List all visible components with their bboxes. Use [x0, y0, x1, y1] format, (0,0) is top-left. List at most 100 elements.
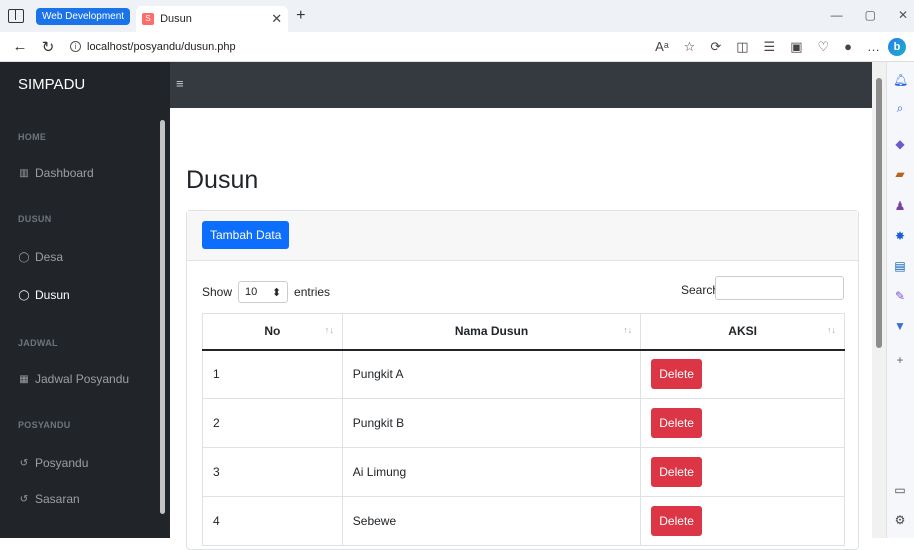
- favorite-star-icon[interactable]: ☆: [684, 39, 696, 55]
- page-scrollbar[interactable]: [872, 62, 886, 538]
- cell-aksi: Delete: [640, 398, 845, 448]
- app-sidebar: HOME ▥ Dashboard DUSUN ◯ Desa ◯ Dusun JA…: [0, 108, 170, 538]
- circle-icon: ◯: [18, 289, 30, 301]
- tag-icon[interactable]: ◆: [893, 138, 907, 150]
- browser-toolbar: Aᵃ ☆ ⟳ ◫ ☰ ▣ ♡ ● …: [655, 39, 880, 55]
- sidebar-item-dusun[interactable]: ◯ Dusun: [18, 288, 69, 302]
- delete-button[interactable]: Delete: [651, 359, 702, 390]
- sidebar-item-dashboard[interactable]: ▥ Dashboard: [18, 166, 94, 180]
- chevron-updown-icon: ⬍: [271, 286, 282, 299]
- browser-titlebar: Web Development S Dusun ✕ + — ▢ ✕: [0, 0, 914, 32]
- drop-icon[interactable]: ▼: [893, 320, 907, 332]
- search-input[interactable]: [715, 276, 844, 300]
- column-header-no[interactable]: No ↑↓: [202, 313, 343, 351]
- cell-nama-dusun: Pungkit B: [341, 398, 642, 448]
- collections-icon[interactable]: ▣: [790, 39, 802, 55]
- outlook-icon[interactable]: ▤: [893, 260, 907, 272]
- sidebar-toggle-icon[interactable]: [8, 9, 24, 23]
- add-icon[interactable]: +: [893, 354, 907, 366]
- read-aloud-icon[interactable]: Aᵃ: [655, 39, 669, 55]
- show-label: Show: [202, 285, 233, 299]
- reload-icon[interactable]: ↻: [40, 38, 56, 56]
- entries-value: 10: [245, 286, 258, 298]
- sidebar-item-label: Jadwal Posyandu: [35, 372, 130, 386]
- hide-sidebar-icon[interactable]: ▭: [893, 484, 907, 496]
- sidebar-scrollbar[interactable]: [159, 108, 167, 538]
- app-topbar: SIMPADU ≡: [0, 62, 872, 108]
- games-icon[interactable]: ♟: [893, 200, 907, 212]
- sidebar-item-posyandu[interactable]: ↺ Posyandu: [18, 456, 89, 470]
- close-window-icon[interactable]: ✕: [898, 8, 908, 22]
- browser-tab-dusun[interactable]: S Dusun ✕: [136, 6, 289, 32]
- bell-icon[interactable]: 🔔︎: [893, 74, 908, 86]
- hamburger-icon[interactable]: ≡: [176, 76, 184, 91]
- new-tab-button[interactable]: +: [296, 7, 305, 25]
- profile-icon[interactable]: ●: [844, 39, 852, 55]
- cell-no: 2: [202, 398, 343, 448]
- cell-no: 1: [202, 349, 343, 399]
- edge-sidebar: 🔔︎ ⌕ ◆ ▰ ♟ ✸ ▤ ✎ ▼ + ▭ ⚙: [886, 62, 914, 538]
- cell-nama-dusun: Sebewe: [341, 496, 642, 546]
- extensions-icon[interactable]: ⟳: [710, 39, 721, 55]
- table-row: 3 Ai Limung Delete: [202, 447, 845, 497]
- url-field[interactable]: i localhost/posyandu/dusun.php: [70, 41, 236, 53]
- column-header-nama-dusun[interactable]: Nama Dusun ↑↓: [341, 313, 642, 351]
- table-header-row: No ↑↓ Nama Dusun ↑↓ AKSI ↑↓: [202, 313, 845, 351]
- sidebar-item-sasaran[interactable]: ↺ Sasaran: [18, 492, 80, 506]
- building-icon: ▥: [19, 167, 29, 179]
- sort-icon: ↑↓: [623, 325, 633, 335]
- back-icon[interactable]: ←: [12, 38, 28, 55]
- address-bar: ← ↻ i localhost/posyandu/dusun.php Aᵃ ☆ …: [0, 32, 914, 62]
- restore-icon[interactable]: ▢: [865, 8, 876, 22]
- more-icon[interactable]: …: [867, 39, 880, 55]
- delete-button[interactable]: Delete: [651, 506, 702, 536]
- split-screen-icon[interactable]: ◫: [736, 39, 748, 55]
- favorites-icon[interactable]: ☰: [764, 39, 776, 55]
- sidebar-heading-posyandu: POSYANDU: [18, 420, 71, 430]
- sidebar-item-jadwal-posyandu[interactable]: ▦ Jadwal Posyandu: [18, 372, 129, 386]
- cell-nama-dusun: Ai Limung: [341, 447, 642, 497]
- table-row: 1 Pungkit A Delete: [202, 349, 845, 399]
- page-title: Dusun: [186, 166, 259, 194]
- delete-button[interactable]: Delete: [651, 457, 702, 487]
- entries-label: entries: [294, 285, 331, 299]
- close-tab-icon[interactable]: ✕: [271, 11, 282, 27]
- cell-aksi: Delete: [640, 447, 845, 497]
- cell-nama-dusun: Pungkit A: [341, 349, 642, 399]
- sidebar-heading-dusun: DUSUN: [18, 214, 52, 224]
- table-row: 2 Pungkit B Delete: [202, 398, 845, 448]
- delete-button[interactable]: Delete: [651, 408, 702, 438]
- brand-logo[interactable]: SIMPADU: [0, 62, 170, 108]
- briefcase-icon[interactable]: ▰: [893, 168, 907, 180]
- search-icon[interactable]: ⌕: [893, 102, 907, 114]
- minimize-icon[interactable]: —: [831, 8, 843, 22]
- tab-group-label[interactable]: Web Development: [36, 7, 131, 25]
- data-card: Tambah Data Show 10 ⬍ entries Search: No…: [186, 210, 859, 550]
- column-header-aksi[interactable]: AKSI ↑↓: [640, 313, 845, 351]
- calendar-icon: ▦: [19, 373, 29, 385]
- url-text: localhost/posyandu/dusun.php: [87, 40, 236, 53]
- copilot-icon[interactable]: b: [888, 38, 906, 56]
- sidebar-heading-jadwal: JADWAL: [18, 338, 58, 348]
- cell-no: 3: [202, 447, 343, 497]
- designer-icon[interactable]: ✎: [893, 290, 907, 302]
- performance-icon[interactable]: ♡: [817, 39, 829, 55]
- entries-length-control: Show 10 ⬍ entries: [202, 281, 330, 303]
- sidebar-item-label: Dashboard: [35, 166, 94, 180]
- cell-aksi: Delete: [640, 349, 845, 399]
- favicon-icon: S: [142, 13, 155, 25]
- site-info-icon[interactable]: i: [70, 41, 81, 52]
- stethoscope-icon: ↺: [19, 493, 29, 505]
- sidebar-item-desa[interactable]: ◯ Desa: [18, 250, 63, 264]
- window-controls: — ▢ ✕: [831, 8, 908, 22]
- office-icon[interactable]: ✸: [893, 230, 907, 242]
- add-data-button[interactable]: Tambah Data: [202, 221, 290, 249]
- card-header: Tambah Data: [187, 211, 858, 261]
- tab-title: Dusun: [160, 13, 192, 25]
- settings-icon[interactable]: ⚙: [893, 514, 907, 526]
- table-row: 4 Sebewe Delete: [202, 496, 845, 546]
- entries-select[interactable]: 10 ⬍: [238, 281, 289, 303]
- dusun-table: No ↑↓ Nama Dusun ↑↓ AKSI ↑↓ 1 Pungkit A Del…: [202, 313, 845, 546]
- sort-icon: ↑↓: [324, 325, 334, 335]
- sort-icon: ↑↓: [827, 325, 836, 335]
